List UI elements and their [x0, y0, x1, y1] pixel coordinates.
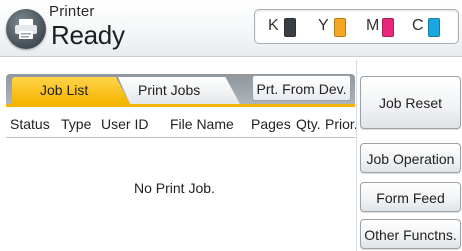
toner-c-label: C: [412, 17, 424, 34]
mode-label: Printer: [49, 3, 95, 20]
header-bar: Printer Ready K Y M C: [0, 0, 462, 57]
column-type: Type: [61, 116, 92, 132]
toner-m-level-icon: [382, 18, 394, 37]
job-reset-button[interactable]: Job Reset: [360, 76, 461, 129]
toner-indicator-panel: K Y M C: [254, 9, 459, 44]
toner-c-level-icon: [428, 18, 440, 37]
tab-print-jobs-label: Print Jobs: [138, 82, 201, 98]
header-divider: [6, 137, 355, 138]
machine-status: Ready: [51, 20, 125, 50]
toner-y-label: Y: [318, 17, 329, 34]
column-file-name: File Name: [170, 116, 234, 132]
form-feed-button[interactable]: Form Feed: [360, 182, 461, 212]
column-status: Status: [10, 116, 50, 132]
active-tab-underline: [6, 104, 355, 107]
column-pages: Pages: [251, 116, 291, 132]
printer-status-screen: Printer Ready K Y M C Job List Print Job…: [0, 0, 462, 251]
toner-y-level-icon: [334, 18, 346, 37]
panel-divider: [356, 60, 357, 251]
column-user-id: User ID: [101, 116, 149, 132]
empty-list-message: No Print Job.: [134, 180, 215, 196]
column-qty: Qty.: [296, 116, 321, 132]
print-from-device-button[interactable]: Prt. From Dev.: [252, 75, 351, 101]
tab-job-list-label: Job List: [40, 82, 89, 98]
toner-m-label: M: [366, 17, 380, 34]
toner-k-label: K: [268, 17, 279, 34]
column-prior: Prior.: [325, 116, 358, 132]
job-operation-button[interactable]: Job Operation: [360, 143, 461, 173]
other-functions-button[interactable]: Other Functns.: [360, 219, 461, 249]
toner-k-level-icon: [284, 18, 296, 37]
printer-icon: [6, 9, 46, 49]
